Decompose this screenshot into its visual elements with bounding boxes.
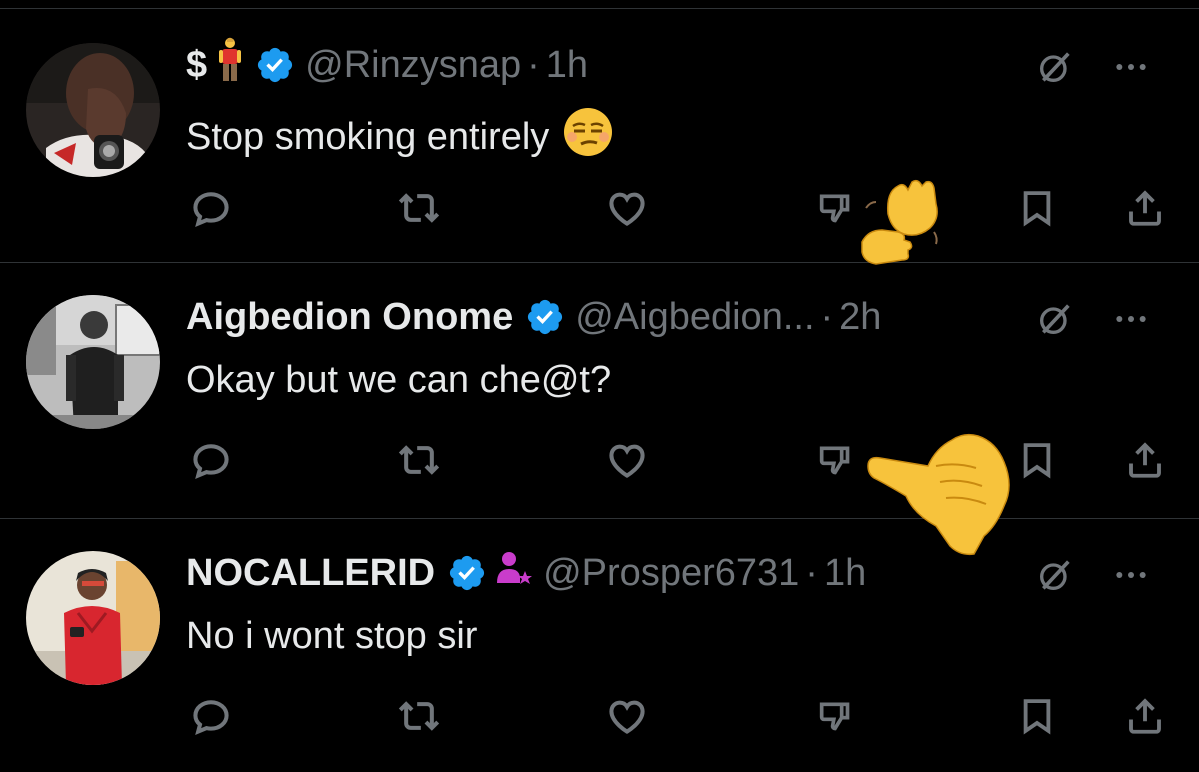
more-icon[interactable]: [1111, 47, 1151, 87]
bookmark-icon: [1016, 439, 1058, 481]
tweet-header: $ @Rinzysnap · 1h: [186, 37, 588, 87]
tweet-top-actions: [1035, 299, 1151, 339]
retweet-button[interactable]: [394, 183, 444, 233]
bookmark-icon: [1016, 695, 1058, 737]
tweet-actions: [186, 691, 1176, 741]
separator: ·: [805, 551, 818, 594]
tweet[interactable]: Aigbedion Onome @Aigbedion... · 2h Okay …: [0, 263, 1199, 519]
tweet-text: No i wont stop sir: [186, 615, 477, 658]
retweet-icon: [397, 438, 441, 482]
tweet-header: NOCALLERID @Prosper6731 · 1h: [186, 551, 866, 595]
dislike-icon: [815, 440, 855, 480]
like-button[interactable]: [602, 183, 652, 233]
share-icon: [1124, 187, 1166, 229]
avatar[interactable]: [26, 43, 160, 177]
timestamp[interactable]: 1h: [824, 552, 866, 595]
timestamp[interactable]: 2h: [839, 296, 881, 339]
grok-icon[interactable]: [1035, 299, 1075, 339]
avatar[interactable]: [26, 295, 160, 429]
share-button[interactable]: [1120, 435, 1170, 485]
bookmark-button[interactable]: [1012, 183, 1062, 233]
reply-icon: [189, 186, 233, 230]
tweet-text-content: No i wont stop sir: [186, 615, 478, 657]
person-star-icon: [495, 549, 533, 597]
more-icon[interactable]: [1111, 555, 1151, 595]
avatar[interactable]: [26, 551, 160, 685]
retweet-button[interactable]: [394, 691, 444, 741]
reply-button[interactable]: [186, 435, 236, 485]
like-icon: [605, 694, 649, 738]
reply-button[interactable]: [186, 183, 236, 233]
like-button[interactable]: [602, 435, 652, 485]
verified-badge-icon: [255, 45, 295, 85]
share-button[interactable]: [1120, 183, 1170, 233]
handle[interactable]: @Rinzysnap: [305, 44, 521, 87]
tweet-text-content: Okay but we can che@t?: [186, 359, 612, 401]
tweet-header: Aigbedion Onome @Aigbedion... · 2h: [186, 295, 881, 339]
dislike-icon: [815, 188, 855, 228]
bookmark-button[interactable]: [1012, 691, 1062, 741]
like-icon: [605, 186, 649, 230]
tweet-text: Stop smoking entirely: [186, 107, 613, 167]
bookmark-icon: [1016, 187, 1058, 229]
reply-icon: [189, 438, 233, 482]
more-icon[interactable]: [1111, 299, 1151, 339]
retweet-icon: [397, 694, 441, 738]
waving-hands-emoji: [858, 178, 944, 273]
bookmark-button[interactable]: [1012, 435, 1062, 485]
dislike-button[interactable]: [810, 435, 860, 485]
handle[interactable]: @Prosper6731: [543, 552, 799, 595]
tweet-text-content: Stop smoking entirely: [186, 115, 550, 158]
display-name[interactable]: $: [186, 44, 207, 87]
dislike-icon: [815, 696, 855, 736]
like-button[interactable]: [602, 691, 652, 741]
like-icon: [605, 438, 649, 482]
timestamp[interactable]: 1h: [546, 44, 588, 87]
display-name[interactable]: Aigbedion Onome: [186, 296, 513, 339]
grok-icon[interactable]: [1035, 47, 1075, 87]
verified-badge-icon: [525, 297, 565, 337]
display-name[interactable]: NOCALLERID: [186, 552, 435, 595]
tweet-actions: [186, 183, 1176, 233]
tweet-top-actions: [1035, 555, 1151, 595]
separator: ·: [527, 43, 540, 86]
standing-man-emoji: [217, 37, 243, 93]
dislike-button[interactable]: [810, 183, 860, 233]
handle[interactable]: @Aigbedion...: [575, 296, 814, 339]
dislike-button[interactable]: [810, 691, 860, 741]
share-icon: [1124, 439, 1166, 481]
retweet-button[interactable]: [394, 435, 444, 485]
tweet-top-actions: [1035, 47, 1151, 87]
grok-icon[interactable]: [1035, 555, 1075, 595]
verified-badge-icon: [447, 553, 487, 593]
reply-icon: [189, 694, 233, 738]
unamused-face-emoji: [563, 107, 613, 167]
tweet-actions: [186, 435, 1176, 485]
share-button[interactable]: [1120, 691, 1170, 741]
tweet-text: Okay but we can che@t?: [186, 359, 611, 402]
thumb-pointing-hand-emoji: [866, 426, 1016, 561]
retweet-icon: [397, 186, 441, 230]
tweet[interactable]: $ @Rinzysnap · 1h Stop smoking entirely: [0, 8, 1199, 263]
tweet[interactable]: NOCALLERID @Prosper6731 · 1h No i wont s…: [0, 519, 1199, 772]
reply-button[interactable]: [186, 691, 236, 741]
share-icon: [1124, 695, 1166, 737]
separator: ·: [820, 295, 834, 338]
